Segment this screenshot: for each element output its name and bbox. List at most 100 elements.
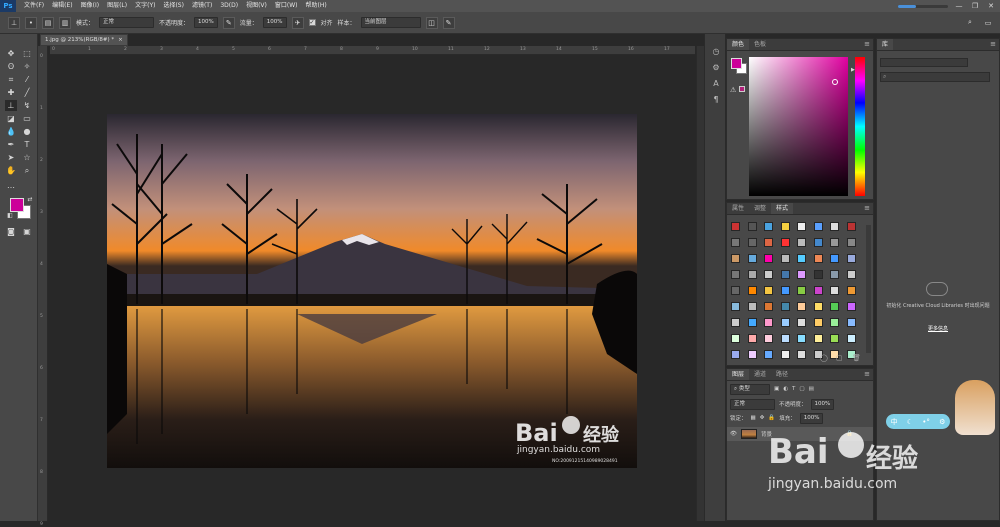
history-brush-tool-icon[interactable]: ↯ — [21, 100, 33, 111]
menu-edit[interactable]: 编辑(E) — [48, 0, 76, 12]
lasso-tool-icon[interactable]: ʘ — [5, 61, 17, 72]
filter-type-icon[interactable]: T — [792, 386, 795, 392]
style-preset-swatch[interactable] — [780, 238, 790, 247]
hand-tool-icon[interactable]: ✋ — [5, 165, 17, 176]
style-preset-swatch[interactable] — [747, 334, 757, 343]
menu-view[interactable]: 视图(V) — [242, 0, 271, 12]
lock-position-icon[interactable]: ✥ — [760, 415, 765, 421]
shape-tool-icon[interactable]: ☆ — [21, 152, 33, 163]
style-preset-swatch[interactable] — [731, 286, 740, 295]
style-preset-swatch[interactable] — [813, 270, 823, 279]
mascot-character-icon[interactable] — [955, 380, 995, 435]
hue-slider-handle-icon[interactable]: ▶ — [851, 67, 855, 73]
tab-paths[interactable]: 路径 — [771, 369, 793, 380]
style-preset-swatch[interactable] — [797, 270, 806, 279]
style-preset-swatch[interactable] — [731, 302, 740, 311]
style-preset-swatch[interactable] — [797, 238, 806, 247]
style-preset-swatch[interactable] — [813, 238, 823, 247]
flow-input[interactable]: 100% — [262, 17, 287, 28]
blur-tool-icon[interactable]: 💧 — [5, 126, 17, 137]
color-picker-cursor[interactable] — [832, 79, 838, 85]
visibility-eye-icon[interactable]: 👁 — [730, 431, 737, 437]
tab-layers[interactable]: 图层 — [727, 369, 750, 380]
style-preset-swatch[interactable] — [764, 334, 773, 343]
lock-pixels-icon[interactable]: ▦ — [751, 415, 756, 421]
style-preset-swatch[interactable] — [797, 302, 806, 311]
tab-swatches[interactable]: 色板 — [749, 39, 771, 50]
style-preset-swatch[interactable] — [731, 270, 740, 279]
filter-adjust-icon[interactable]: ◐ — [783, 386, 788, 392]
style-preset-swatch[interactable] — [830, 270, 839, 279]
style-preset-swatch[interactable] — [797, 350, 806, 359]
widget-gear-icon[interactable]: ⚙ — [939, 418, 945, 426]
style-preset-swatch[interactable] — [780, 286, 790, 295]
menu-window[interactable]: 窗口(W) — [271, 0, 302, 12]
toggle-brush-panel-icon[interactable]: ▤ — [42, 16, 54, 29]
paragraph-panel-icon[interactable]: ¶ — [710, 94, 722, 105]
panel-menu-icon[interactable]: ≡ — [864, 40, 870, 48]
style-preset-swatch[interactable] — [830, 302, 839, 311]
type-tool-icon[interactable]: T — [21, 139, 33, 150]
panel-menu-icon[interactable]: ≡ — [864, 370, 870, 378]
sample-select[interactable]: 当前图层 — [360, 17, 421, 28]
style-preset-swatch[interactable] — [764, 318, 773, 327]
more-info-link[interactable]: 更多信息 — [882, 325, 994, 332]
style-preset-swatch[interactable] — [731, 318, 740, 327]
workspace-icon[interactable]: ▭ — [982, 17, 994, 29]
new-style-icon[interactable]: ◯ — [820, 354, 828, 362]
style-preset-swatch[interactable] — [764, 270, 773, 279]
dodge-tool-icon[interactable]: ● — [21, 126, 33, 137]
tab-color[interactable]: 颜色 — [727, 39, 750, 50]
tab-libraries[interactable]: 库 — [877, 39, 894, 50]
gradient-tool-icon[interactable]: ▭ — [21, 113, 33, 124]
style-preset-swatch[interactable] — [747, 254, 757, 263]
minimize-icon[interactable]: — — [954, 1, 964, 11]
style-preset-swatch[interactable] — [830, 238, 839, 247]
style-preset-swatch[interactable] — [797, 334, 806, 343]
style-preset-swatch[interactable] — [830, 334, 839, 343]
style-preset-swatch[interactable] — [747, 318, 757, 327]
properties-panel-icon[interactable]: ⚙ — [710, 62, 722, 73]
style-preset-swatch[interactable] — [830, 318, 839, 327]
eyedropper-tool-icon[interactable]: ⁄ — [21, 74, 33, 85]
library-search-input[interactable]: ⌕ — [880, 72, 990, 82]
lock-all-icon[interactable]: 🔒 — [768, 415, 775, 421]
more-tools-icon[interactable]: … — [5, 180, 17, 191]
brush-tool-icon[interactable]: ╱ — [21, 87, 33, 98]
menu-layer[interactable]: 图层(L) — [103, 0, 131, 12]
style-preset-swatch[interactable] — [764, 238, 773, 247]
search-icon[interactable]: ⌕ — [964, 17, 976, 29]
style-preset-swatch[interactable] — [764, 254, 773, 263]
toggle-clone-source-icon[interactable]: ▥ — [59, 16, 71, 29]
style-preset-swatch[interactable] — [747, 222, 757, 231]
style-preset-swatch[interactable] — [764, 302, 773, 311]
screen-mode-icon[interactable]: ▣ — [21, 226, 33, 237]
color-panel-fg-swatch[interactable] — [731, 58, 742, 69]
menu-3d[interactable]: 3D(D) — [216, 0, 242, 12]
style-preset-swatch[interactable] — [780, 318, 790, 327]
vertical-scrollbar[interactable] — [696, 46, 704, 521]
panel-menu-icon[interactable]: ≡ — [864, 204, 870, 212]
style-preset-swatch[interactable] — [780, 334, 790, 343]
marquee-tool-icon[interactable]: ⬚ — [21, 48, 33, 59]
pressure-size-icon[interactable]: ✎ — [442, 16, 455, 29]
style-preset-swatch[interactable] — [846, 238, 856, 247]
document-image[interactable]: Bai 经验 jingyan.baidu.com NO:200912151409… — [107, 114, 637, 468]
menu-filter[interactable]: 滤镜(T) — [188, 0, 216, 12]
document-tab[interactable]: 1.jpg @ 213%(RGB/8#) * × — [40, 34, 128, 46]
gamut-color-swatch[interactable] — [739, 86, 745, 92]
airbrush-icon[interactable]: ✈ — [291, 16, 304, 29]
style-preset-swatch[interactable] — [846, 334, 856, 343]
menu-file[interactable]: 文件(F) — [20, 0, 48, 12]
style-preset-swatch[interactable] — [764, 286, 773, 295]
ignore-adjustment-icon[interactable]: ◫ — [425, 16, 438, 29]
style-preset-swatch[interactable] — [830, 222, 839, 231]
create-style-icon[interactable]: ▢ — [836, 354, 843, 362]
style-preset-swatch[interactable] — [846, 254, 856, 263]
style-preset-swatch[interactable] — [747, 302, 757, 311]
path-select-tool-icon[interactable]: ➤ — [5, 152, 17, 163]
pen-tool-icon[interactable]: ✒ — [5, 139, 17, 150]
close-document-icon[interactable]: × — [118, 37, 123, 43]
blend-mode-select[interactable]: 正常 — [730, 398, 775, 410]
layer-opacity-input[interactable]: 100% — [810, 398, 835, 410]
